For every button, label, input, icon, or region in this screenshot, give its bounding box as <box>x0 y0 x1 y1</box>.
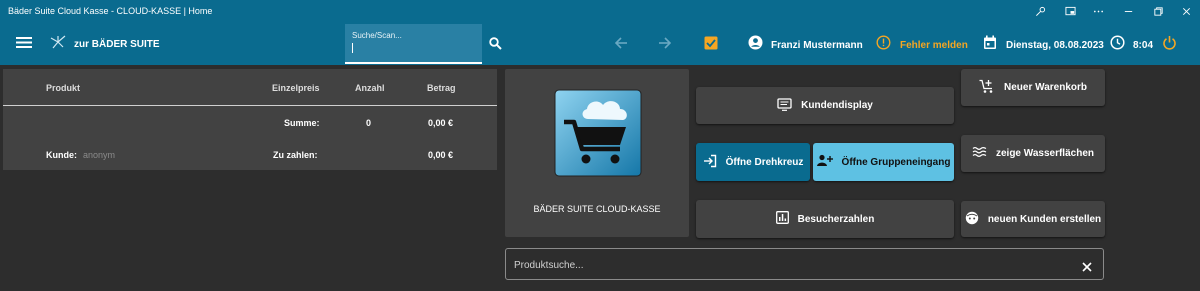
create-customer-button[interactable]: neuen Kunden erstellen <box>961 201 1105 237</box>
baeder-suite-logo-icon <box>50 35 66 54</box>
product-search-input[interactable] <box>512 255 1056 275</box>
bar-chart-icon <box>775 211 789 227</box>
product-search-field[interactable] <box>505 248 1104 280</box>
open-group-entrance-label: Öffne Gruppeneingang <box>841 156 951 168</box>
search-icon[interactable] <box>489 37 502 55</box>
minimize-icon[interactable] <box>1120 3 1136 19</box>
user-name: Franzi Mustermann <box>771 39 863 51</box>
column-header-unit-price: Einzelpreis <box>272 83 320 93</box>
sum-amount: 0,00 € <box>428 118 454 128</box>
user-account[interactable]: Franzi Mustermann <box>748 35 863 55</box>
clock-icon <box>1110 35 1125 55</box>
table-divider <box>3 105 497 106</box>
brand-panel: BÄDER SUITE CLOUD-KASSE <box>505 69 689 237</box>
arrow-forward-icon[interactable] <box>658 36 672 55</box>
column-header-amount: Betrag <box>427 83 456 93</box>
visitor-numbers-button[interactable]: Besucherzahlen <box>696 200 954 238</box>
waves-icon <box>972 146 987 161</box>
cast-icon[interactable] <box>1062 3 1078 19</box>
open-turnstile-label: Öffne Drehkreuz <box>725 156 804 168</box>
cloud-kasse-logo <box>554 89 642 182</box>
restore-icon[interactable] <box>1150 3 1166 19</box>
error-outline-icon <box>876 35 891 55</box>
back-to-baeder-suite-link[interactable]: zur BÄDER SUITE <box>50 35 160 54</box>
window-title: Bäder Suite Cloud Kasse - CLOUD-KASSE | … <box>8 6 213 16</box>
login-icon <box>703 154 717 171</box>
cloud-cart-logo-icon <box>554 89 642 177</box>
window-titlebar: Bäder Suite Cloud Kasse - CLOUD-KASSE | … <box>0 0 1200 22</box>
group-add-icon <box>816 154 833 170</box>
visitor-numbers-label: Besucherzahlen <box>797 213 875 225</box>
time-display: 8:04 <box>1110 35 1153 55</box>
message-icon <box>777 97 792 114</box>
create-customer-label: neuen Kunden erstellen <box>987 213 1102 225</box>
back-link-label: zur BÄDER SUITE <box>74 39 160 50</box>
new-cart-button[interactable]: Neuer Warenkorb <box>961 69 1105 106</box>
close-icon[interactable] <box>1178 3 1194 19</box>
arrow-back-icon[interactable] <box>614 36 628 55</box>
new-cart-label: Neuer Warenkorb <box>1004 82 1087 93</box>
column-header-quantity: Anzahl <box>355 83 385 93</box>
customer-value[interactable]: anonym <box>83 150 115 160</box>
current-time: 8:04 <box>1133 39 1154 51</box>
app-bar: zur BÄDER SUITE Suche/Scan... Franzi Mus… <box>0 22 1200 65</box>
sum-count: 0 <box>366 118 372 128</box>
calendar-icon <box>983 35 997 55</box>
pay-label: Zu zahlen: <box>273 150 318 160</box>
menu-icon[interactable] <box>16 36 32 54</box>
brand-name: BÄDER SUITE CLOUD-KASSE <box>533 204 661 214</box>
scan-search-label: Suche/Scan... <box>352 31 402 40</box>
column-header-product: Produkt <box>46 83 81 93</box>
current-date: Dienstag, 08.08.2023 <box>1006 39 1104 51</box>
pay-amount: 0,00 € <box>428 150 454 160</box>
customer-label: Kunde: <box>46 150 77 160</box>
customer-display-button[interactable]: Kundendisplay <box>696 87 954 124</box>
report-error-label: Fehler melden <box>900 39 968 51</box>
date-display: Dienstag, 08.08.2023 <box>983 35 1104 55</box>
clear-icon[interactable] <box>1082 259 1092 277</box>
report-error-button[interactable]: Fehler melden <box>876 35 968 55</box>
customer-display-label: Kundendisplay <box>801 100 873 111</box>
account-circle-icon <box>748 35 763 55</box>
key-icon[interactable] <box>1032 3 1048 19</box>
open-group-entrance-button[interactable]: Öffne Gruppeneingang <box>813 143 954 181</box>
power-icon[interactable] <box>1162 35 1177 55</box>
face-icon <box>965 211 979 228</box>
checkbox-checked-icon[interactable] <box>704 36 718 55</box>
open-turnstile-button[interactable]: Öffne Drehkreuz <box>696 143 810 181</box>
more-icon[interactable] <box>1090 3 1106 19</box>
sum-label: Summe: <box>284 118 320 128</box>
text-cursor <box>352 43 353 53</box>
show-water-areas-button[interactable]: zeige Wasserflächen <box>961 135 1105 172</box>
scan-search-field[interactable]: Suche/Scan... <box>345 24 482 64</box>
add-shopping-cart-icon <box>979 79 995 97</box>
show-water-areas-label: zeige Wasserflächen <box>995 148 1094 159</box>
